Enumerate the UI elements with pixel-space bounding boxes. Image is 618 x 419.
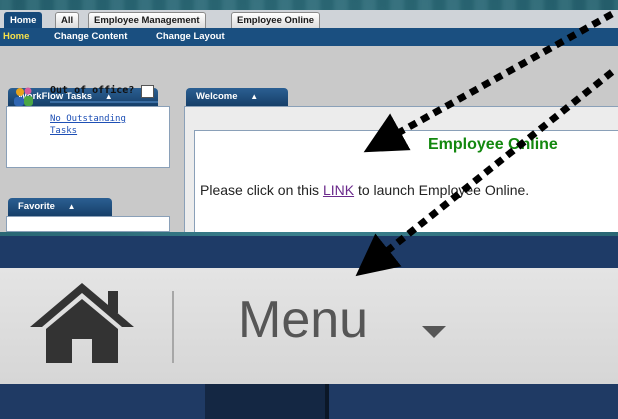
portal-screenshot: Home All Employee Management Employee On… (0, 10, 618, 232)
subnav-home[interactable]: Home (3, 28, 29, 46)
welcome-portlet-header[interactable]: Welcome ▲ (186, 88, 288, 106)
zoomed-header: Menu (0, 236, 618, 419)
welcome-heading: Employee Online (428, 136, 558, 153)
divider (50, 101, 158, 103)
no-outstanding-tasks-link[interactable]: No Outstanding Tasks (50, 113, 150, 137)
header-divider (172, 291, 174, 363)
launch-employee-online-link[interactable]: LINK (323, 182, 354, 198)
nav-dark-segment (205, 384, 329, 419)
out-of-office-label: Out of office? (50, 85, 135, 96)
tab-all[interactable]: All (55, 12, 80, 28)
welcome-message-before: Please click on this (200, 182, 323, 198)
caret-up-icon[interactable]: ▲ (250, 92, 258, 101)
subnav-change-layout[interactable]: Change Layout (156, 28, 225, 46)
tab-home[interactable]: Home (4, 12, 43, 28)
menu-button[interactable]: Menu (238, 290, 368, 350)
tab-bar: Home All Employee Management Employee On… (0, 10, 618, 28)
home-icon[interactable] (26, 281, 138, 363)
nav-separator (325, 384, 329, 419)
favorite-portlet-header[interactable]: Favorite ▲ (8, 198, 112, 216)
tab-employee-management[interactable]: Employee Management (88, 12, 206, 28)
caret-down-icon[interactable] (420, 324, 448, 340)
favorite-portlet-body (6, 216, 170, 232)
tab-employee-online[interactable]: Employee Online (231, 12, 321, 28)
header-bottom-bar (0, 384, 618, 419)
caret-up-icon[interactable]: ▲ (68, 202, 76, 211)
header-top-bar (0, 236, 618, 268)
welcome-message-after: to launch Employee Online. (354, 182, 530, 198)
out-of-office-checkbox[interactable] (141, 85, 154, 98)
people-icon (14, 87, 33, 106)
subnav-change-content[interactable]: Change Content (54, 28, 127, 46)
favorite-portlet-title: Favorite (18, 201, 55, 212)
sub-navigation: Home Change Content Change Layout (0, 28, 618, 46)
welcome-portlet-title: Welcome (196, 91, 238, 102)
welcome-message: Please click on this LINK to launch Empl… (200, 182, 529, 198)
